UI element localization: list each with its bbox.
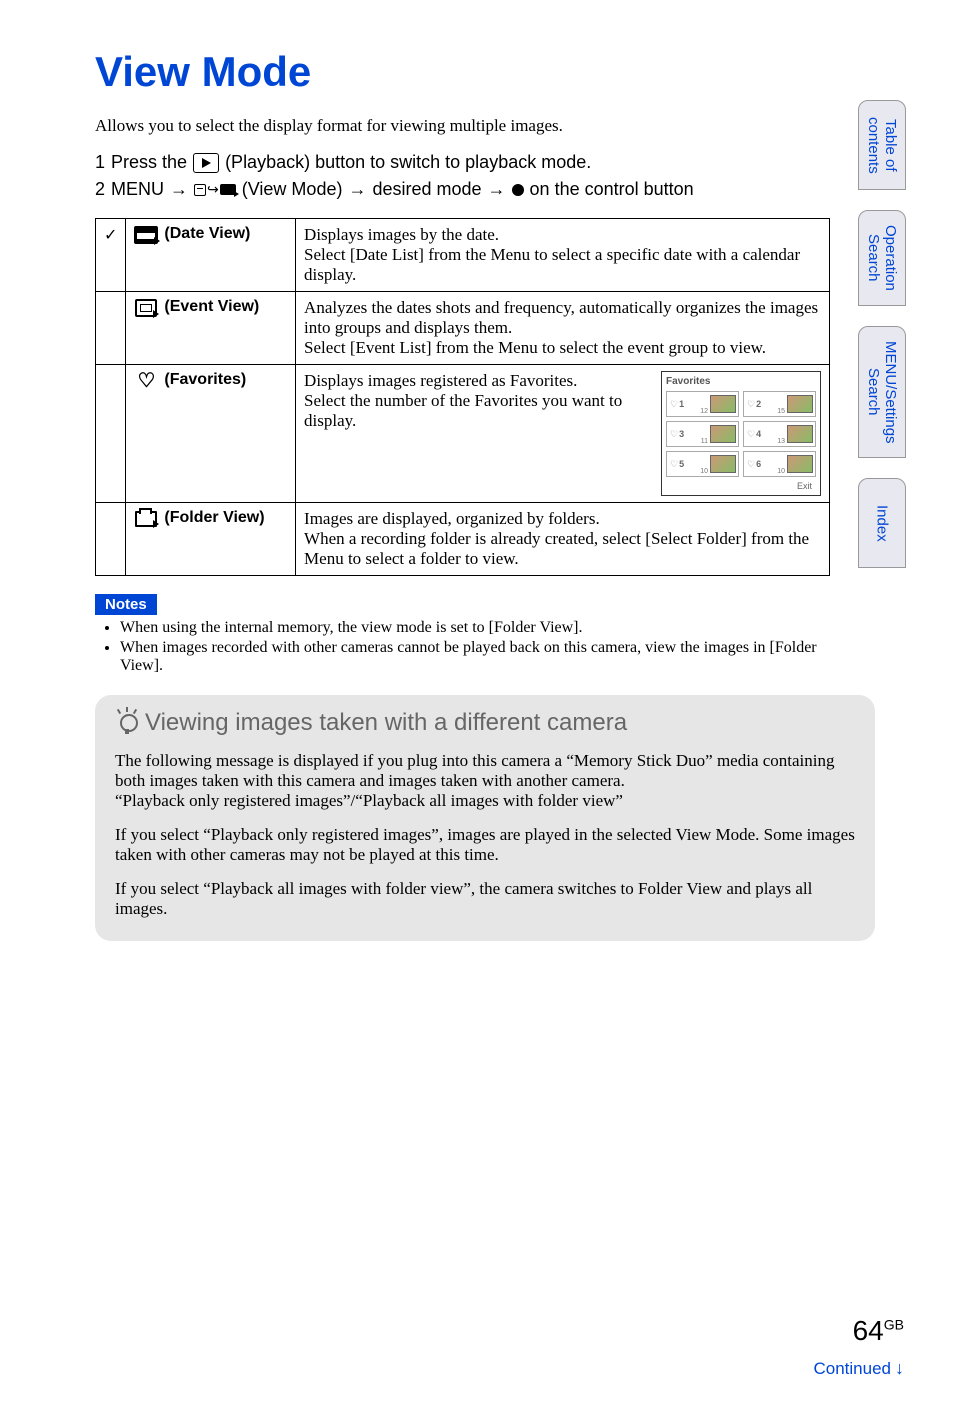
fav-cell-num: 6 <box>756 459 761 469</box>
view-mode-icon: ↩ <box>194 181 236 198</box>
favorites-preview-title: Favorites <box>666 376 816 387</box>
fav-cell-count: 15 <box>777 408 785 415</box>
fav-cell-num: 2 <box>756 399 761 409</box>
check-icon: ✓ <box>104 227 117 244</box>
fav-cell-count: 13 <box>777 438 785 445</box>
step-2-menu: MENU <box>111 179 164 200</box>
steps: 1 Press the (Playback) button to switch … <box>95 152 954 200</box>
default-check-cell <box>96 365 126 503</box>
table-row: ✓ (Date View) Displays images by the dat… <box>96 219 830 292</box>
fav-cell-count: 11 <box>701 438 708 445</box>
date-view-icon <box>134 225 158 245</box>
thumbnail <box>787 455 813 473</box>
favorites-cell: ♡6 10 <box>743 451 816 477</box>
event-view-icon <box>134 298 158 318</box>
fav-cell-num: 5 <box>679 459 684 469</box>
heart-icon: ♡ <box>670 429 678 440</box>
tip-heading-text: Viewing images taken with a different ca… <box>145 709 627 737</box>
mode-label: (Event View) <box>164 298 259 316</box>
thumbnail <box>710 455 736 473</box>
favorites-exit: Exit <box>666 481 816 491</box>
mode-desc-cell: Displays images by the date. Select [Dat… <box>296 219 830 292</box>
mode-label: (Date View) <box>164 225 250 243</box>
tip-p3: If you select “Playback all images with … <box>115 879 855 919</box>
page-title: View Mode <box>95 48 954 96</box>
tip-p2: If you select “Playback only registered … <box>115 825 855 865</box>
lightbulb-icon <box>115 711 139 735</box>
mode-label-cell: (Event View) <box>126 292 296 365</box>
mode-label: (Folder View) <box>164 509 264 527</box>
page-number-suffix: GB <box>884 1317 904 1333</box>
heart-icon: ♡ <box>747 399 755 410</box>
default-check-cell <box>96 503 126 576</box>
tab-menu-settings-search[interactable]: MENU/Settings Search <box>858 326 907 459</box>
table-row: (Event View) Analyzes the dates shots an… <box>96 292 830 365</box>
mode-desc-cell: Favorites ♡112 ♡215 ♡311 ♡413 ♡510 ♡610 … <box>296 365 830 503</box>
fav-cell-num: 3 <box>679 429 684 439</box>
tab-operation-search[interactable]: Operation Search <box>858 210 907 306</box>
favorites-icon: ♡ <box>134 371 158 391</box>
center-button-icon <box>512 184 524 196</box>
thumbnail <box>710 395 736 413</box>
notes-list: When using the internal memory, the view… <box>110 619 830 675</box>
mode-desc-cell: Images are displayed, organized by folde… <box>296 503 830 576</box>
fav-cell-num: 1 <box>679 399 684 409</box>
mode-desc-cell: Analyzes the dates shots and frequency, … <box>296 292 830 365</box>
step-2-desired: desired mode <box>372 179 481 200</box>
step-1-text-a: Press the <box>111 152 187 173</box>
tip-box: Viewing images taken with a different ca… <box>95 695 875 941</box>
tip-heading: Viewing images taken with a different ca… <box>115 709 855 737</box>
folder-view-icon <box>134 509 158 529</box>
step-2-viewmode: (View Mode) <box>242 179 343 200</box>
tip-p1: The following message is displayed if yo… <box>115 751 855 791</box>
default-check-cell <box>96 292 126 365</box>
arrow-right-icon: → <box>170 179 188 200</box>
tab-table-of-contents[interactable]: Table of contents <box>858 100 907 190</box>
playback-icon <box>193 153 219 173</box>
side-nav-tabs: Table of contents Operation Search MENU/… <box>858 100 907 568</box>
step-number: 2 <box>95 179 105 200</box>
table-row: (Folder View) Images are displayed, orga… <box>96 503 830 576</box>
fav-cell-count: 12 <box>700 408 708 415</box>
step-2-control: on the control button <box>530 179 694 200</box>
heart-icon: ♡ <box>670 399 678 410</box>
favorites-cell: ♡3 11 <box>666 421 739 447</box>
thumbnail <box>710 425 736 443</box>
fav-cell-count: 10 <box>700 468 708 475</box>
arrow-right-icon: → <box>488 179 506 200</box>
heart-icon: ♡ <box>747 459 755 470</box>
page-number-value: 64 <box>853 1315 884 1346</box>
step-2: 2 MENU → ↩ (View Mode) → desired mode → … <box>95 179 954 200</box>
heart-icon: ♡ <box>670 459 678 470</box>
arrow-right-icon: → <box>348 179 366 200</box>
tip-p1b: “Playback only registered images”/“Playb… <box>115 791 855 811</box>
list-item: When using the internal memory, the view… <box>120 619 830 637</box>
mode-label-cell: (Folder View) <box>126 503 296 576</box>
tab-index[interactable]: Index <box>858 478 907 568</box>
step-1: 1 Press the (Playback) button to switch … <box>95 152 954 173</box>
favorites-cell: ♡1 12 <box>666 391 739 417</box>
thumbnail <box>787 395 813 413</box>
favorites-preview: Favorites ♡112 ♡215 ♡311 ♡413 ♡510 ♡610 … <box>661 371 821 496</box>
notes-badge: Notes <box>95 594 157 615</box>
page-number: 64GB <box>853 1315 904 1347</box>
table-row: ♡ (Favorites) Favorites ♡112 ♡215 ♡311 ♡… <box>96 365 830 503</box>
heart-icon: ♡ <box>747 429 755 440</box>
fav-cell-count: 10 <box>777 468 785 475</box>
favorites-cell: ♡5 10 <box>666 451 739 477</box>
thumbnail <box>787 425 813 443</box>
mode-label-cell: ♡ (Favorites) <box>126 365 296 503</box>
mode-label: (Favorites) <box>164 371 246 389</box>
default-check-cell: ✓ <box>96 219 126 292</box>
step-1-text-b: (Playback) button to switch to playback … <box>225 152 591 173</box>
fav-cell-num: 4 <box>756 429 761 439</box>
view-mode-table: ✓ (Date View) Displays images by the dat… <box>95 218 830 576</box>
tip-body: The following message is displayed if yo… <box>115 751 855 919</box>
favorites-cell: ♡2 15 <box>743 391 816 417</box>
step-number: 1 <box>95 152 105 173</box>
list-item: When images recorded with other cameras … <box>120 639 830 675</box>
favorites-cell: ♡4 13 <box>743 421 816 447</box>
intro-text: Allows you to select the display format … <box>95 116 954 136</box>
mode-label-cell: (Date View) <box>126 219 296 292</box>
